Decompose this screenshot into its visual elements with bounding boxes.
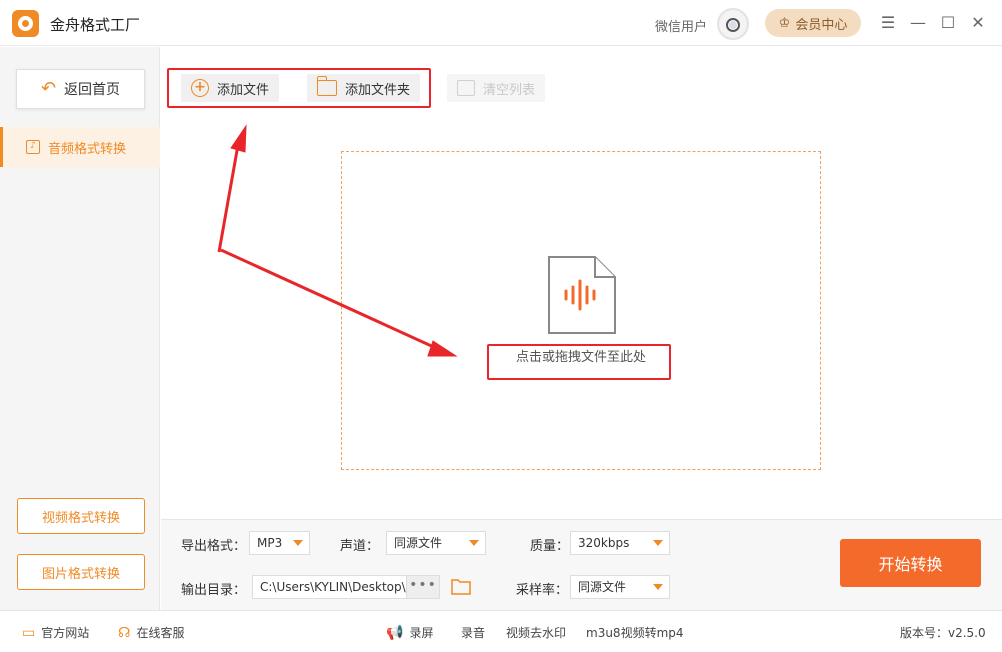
add-file-button[interactable]: + 添加文件 [181, 74, 280, 102]
video-convert-button[interactable]: 视频格式转换 [17, 498, 145, 534]
browse-button[interactable]: ••• [406, 575, 440, 599]
folder-icon[interactable] [451, 577, 471, 595]
channel-label: 声道： [340, 539, 380, 554]
avatar-icon[interactable] [717, 8, 749, 40]
official-website-label: 官方网站 [41, 626, 90, 640]
user-name[interactable]: 微信用户 [655, 16, 707, 35]
basket-icon [457, 80, 475, 96]
samplerate-label: 采样率： [516, 583, 569, 598]
chevron-down-icon [653, 540, 663, 546]
back-home-label: 返回首页 [64, 82, 121, 98]
audio-file-icon [548, 256, 616, 334]
format-select[interactable]: MP3 [249, 531, 310, 555]
remove-watermark-link[interactable]: 视频去水印 [506, 624, 566, 641]
sidebar: ↶ 返回首页 ♪ 音频格式转换 视频格式转换 图片格式转换 [0, 47, 160, 610]
online-service-label: 在线客服 [136, 626, 185, 640]
minimize-icon[interactable]: — [908, 13, 928, 33]
annotation-arrowhead-up [230, 124, 247, 153]
chevron-down-icon [653, 584, 663, 590]
chevron-down-icon [293, 540, 303, 546]
channel-select[interactable]: 同源文件 [386, 531, 486, 555]
format-value: MP3 [257, 536, 283, 550]
music-note-icon: ♪ [26, 140, 40, 154]
clear-list-button[interactable]: 清空列表 [447, 74, 546, 102]
back-home-button[interactable]: ↶ 返回首页 [16, 69, 145, 109]
menu-icon[interactable]: ☰ [878, 13, 898, 33]
add-folder-label: 添加文件夹 [345, 82, 411, 98]
m3u8-convert-link[interactable]: m3u8视频转mp4 [586, 624, 684, 641]
back-arrow-icon: ↶ [40, 78, 57, 99]
record-screen-link[interactable]: 📢 录屏 [386, 624, 433, 641]
vip-center-label: 会员中心 [795, 17, 848, 33]
format-label: 导出格式： [181, 539, 247, 554]
output-path-field[interactable]: C:\Users\KYLIN\Desktop\ [252, 575, 407, 599]
official-website-link[interactable]: ▭ 官方网站 [22, 624, 89, 641]
megaphone-icon: 📢 [386, 624, 404, 641]
sidebar-item-audio-convert[interactable]: ♪ 音频格式转换 [0, 127, 160, 167]
file-drop-zone[interactable]: 点击或拖拽文件至此处 [341, 151, 821, 470]
chevron-down-icon [469, 540, 479, 546]
headset-icon: ☊ [118, 624, 131, 641]
maximize-icon[interactable]: ☐ [938, 13, 958, 33]
record-screen-label: 录屏 [409, 626, 434, 640]
app-title: 金舟格式工厂 [50, 16, 141, 34]
logo-icon [12, 10, 39, 37]
annotation-arrow-line-up [217, 144, 240, 253]
folder-icon [316, 76, 337, 96]
close-icon[interactable]: ✕ [968, 13, 988, 33]
image-convert-button[interactable]: 图片格式转换 [17, 554, 145, 590]
add-file-label: 添加文件 [217, 82, 270, 98]
version-text: 版本号：v2.5.0 [900, 626, 986, 640]
drop-zone-text: 点击或拖拽文件至此处 [515, 350, 646, 365]
online-service-link[interactable]: ☊ 在线客服 [118, 624, 184, 641]
add-folder-button[interactable]: 添加文件夹 [307, 74, 421, 102]
monitor-icon: ▭ [22, 624, 36, 641]
record-audio-link[interactable]: 录音 [461, 624, 485, 641]
output-dir-label: 输出目录： [181, 583, 247, 598]
sidebar-item-label: 音频格式转换 [48, 141, 127, 157]
title-bar: 金舟格式工厂 微信用户 ♔ 会员中心 ☰ — ☐ ✕ [0, 0, 1002, 46]
vip-center-button[interactable]: ♔ 会员中心 [765, 9, 861, 37]
quality-select[interactable]: 320kbps [570, 531, 670, 555]
footer: ▭ 官方网站 ☊ 在线客服 📢 录屏 录音 视频去水印 m3u8视频转mp4 版… [0, 610, 1002, 652]
clear-list-label: 清空列表 [483, 82, 536, 98]
samplerate-select[interactable]: 同源文件 [570, 575, 670, 599]
start-convert-button[interactable]: 开始转换 [840, 539, 981, 587]
quality-label: 质量： [530, 539, 570, 554]
channel-value: 同源文件 [394, 536, 443, 550]
samplerate-value: 同源文件 [578, 580, 627, 594]
crown-icon: ♔ [778, 15, 791, 31]
quality-value: 320kbps [578, 536, 630, 550]
plus-circle-icon: + [191, 79, 209, 97]
